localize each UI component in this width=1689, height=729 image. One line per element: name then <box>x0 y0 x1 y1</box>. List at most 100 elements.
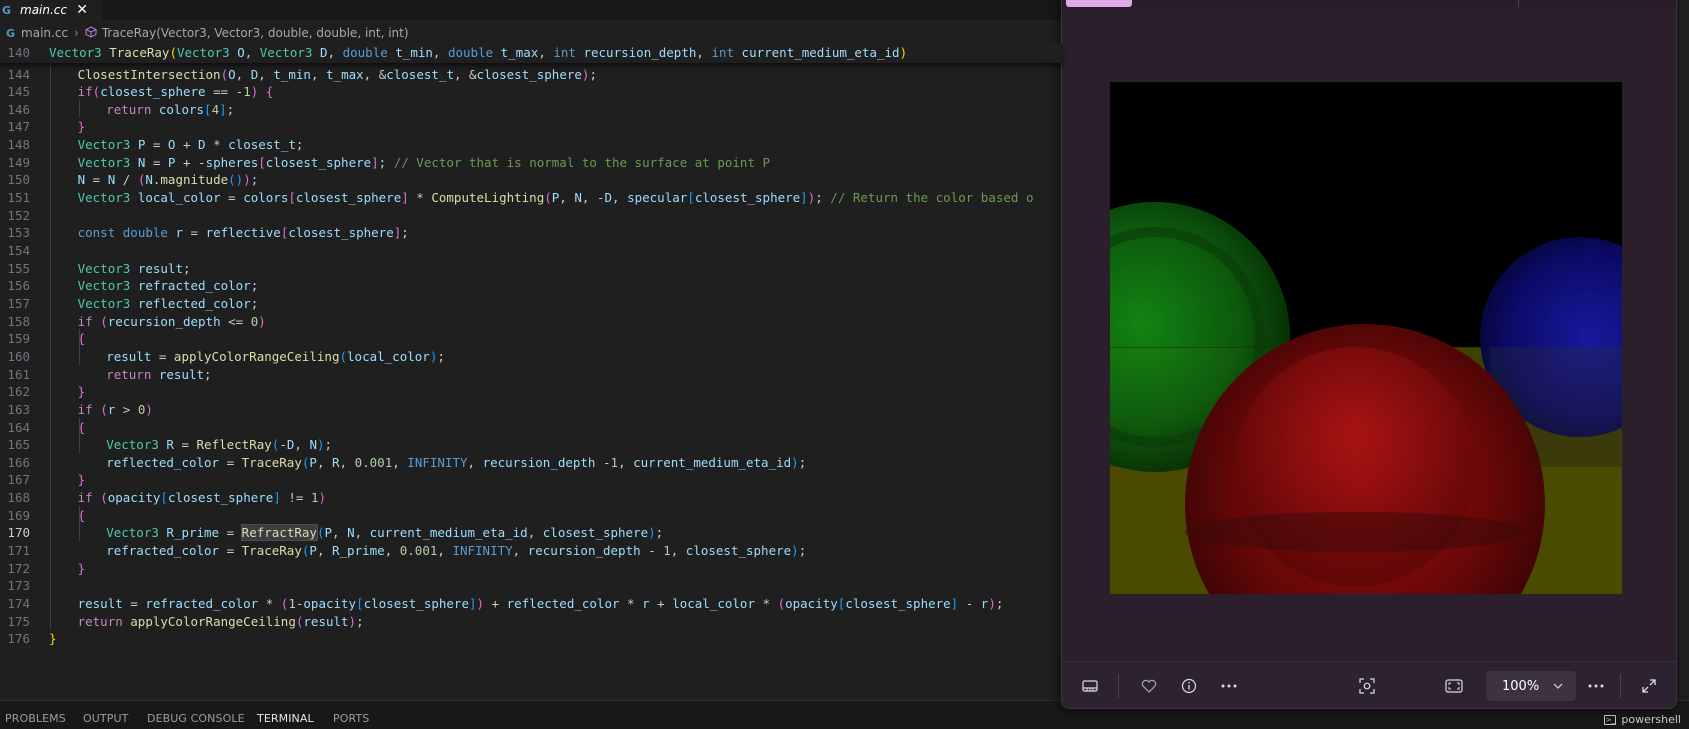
code-row[interactable]: 148 Vector3 P = O + D * closest_t; <box>0 135 1062 154</box>
code-token: ) <box>476 596 485 611</box>
breadcrumb-file[interactable]: main.cc <box>21 26 68 40</box>
code-row[interactable]: 174 result = refracted_color * (1 - opacity… <box>0 594 1062 613</box>
tab-debug-console[interactable]: DEBUG CONSOLE <box>147 712 245 725</box>
code-row[interactable]: 168 if (opacity[closest_sphere] != 1) <box>0 488 1062 507</box>
code-token: ; <box>437 348 445 364</box>
cpp-file-icon: G <box>2 3 12 17</box>
code-row[interactable]: 171 refracted_color = TraceRay(P, R_prime… <box>0 541 1062 560</box>
terminal-shell-selector[interactable]: >_ powershell <box>1604 713 1681 726</box>
tab-problems[interactable]: PROBLEMS <box>5 712 66 725</box>
code-token: ) <box>988 596 996 611</box>
code-row[interactable]: 163 if (r > 0) <box>0 400 1062 419</box>
code-row[interactable]: 147} <box>0 117 1062 136</box>
scan-icon[interactable] <box>1355 674 1379 698</box>
code-token: + <box>175 137 199 153</box>
code-token: P <box>309 454 317 470</box>
code-token: closest_sphere <box>265 154 372 170</box>
code-token: ; <box>995 596 1004 611</box>
code-token: refracted_color <box>106 543 220 559</box>
line-number: 153 <box>7 225 30 241</box>
code-token: opacity <box>303 596 357 611</box>
line-number: 168 <box>7 490 30 506</box>
code-token: , <box>696 45 712 60</box>
code-row[interactable]: 153 const double r = reflective[closest_s… <box>0 223 1062 242</box>
code-token: closest_sphere <box>288 225 394 241</box>
code-token: specular <box>627 190 688 206</box>
code-row[interactable]: 164{ <box>0 418 1062 437</box>
code-token: = <box>219 525 242 541</box>
tab-ports[interactable]: PORTS <box>333 712 369 725</box>
code-row[interactable]: 169{ <box>0 506 1062 525</box>
breadcrumb-symbol[interactable]: TraceRay(Vector3, Vector3, double, doubl… <box>102 26 409 40</box>
code-row[interactable]: 173 <box>0 576 1062 595</box>
code-token: D <box>604 190 612 206</box>
code-row[interactable]: 162} <box>0 382 1062 401</box>
code-row[interactable]: 161 return result; <box>0 365 1062 384</box>
line-number: 156 <box>7 278 30 294</box>
code-row[interactable]: 165 Vector3 R = ReflectRay(-D, N); <box>0 435 1062 454</box>
code-row[interactable]: 152 <box>0 206 1062 225</box>
code-row[interactable]: 172} <box>0 559 1062 578</box>
code-token: ; <box>250 278 259 294</box>
filmstrip-icon[interactable] <box>1078 674 1102 698</box>
code-token: current_medium_eta_id <box>741 45 900 60</box>
code-row[interactable]: 155 Vector3 result; <box>0 259 1062 278</box>
code-row[interactable]: 157 Vector3 reflected_color; <box>0 294 1062 313</box>
code-row[interactable]: 176} <box>0 629 1062 648</box>
expand-icon[interactable] <box>1637 674 1661 698</box>
code-row[interactable]: 145 if(closest_sphere == -1) { <box>0 82 1062 101</box>
code-token: () <box>228 172 244 188</box>
code-line: if(closest_sphere == -1) { <box>78 82 274 101</box>
code-token: + - <box>175 154 206 170</box>
tab-terminal[interactable]: TERMINAL <box>257 712 314 725</box>
close-icon[interactable]: ✕ <box>76 2 88 18</box>
code-row[interactable]: 175 return applyColorRangeCeiling(result)… <box>0 612 1062 631</box>
title-divider <box>1518 0 1519 7</box>
code-token: [ <box>288 190 296 206</box>
more-icon[interactable] <box>1217 674 1241 698</box>
code-token: int <box>711 45 735 60</box>
code-row[interactable]: 151 Vector3 local_color = colors[closest_… <box>0 188 1062 207</box>
code-line: } <box>78 559 86 578</box>
code-token: reflected_color <box>506 596 620 611</box>
more-options-icon[interactable] <box>1584 674 1608 698</box>
code-token: - <box>958 596 981 611</box>
zoom-dropdown[interactable]: 100% <box>1486 671 1576 701</box>
code-row[interactable]: 167} <box>0 470 1062 489</box>
code-token: , <box>332 525 348 541</box>
code-row[interactable]: 146 return colors[4]; <box>0 100 1062 119</box>
code-token: 0.001 <box>399 543 438 559</box>
code-row[interactable]: 166 reflected_color = TraceRay(P, R, 0.00… <box>0 453 1062 472</box>
code-row[interactable]: 150 N = N / (N.magnitude()); <box>0 170 1062 189</box>
code-row[interactable]: 149 Vector3 N = P + -spheres[closest_sphe… <box>0 153 1062 172</box>
code-token: refracted_color <box>137 278 251 294</box>
code-editor[interactable]: 144 ClosestIntersection(O, D, t_min, t_ma… <box>0 43 1062 700</box>
code-token: INFINITY <box>452 543 513 559</box>
code-row[interactable]: 144 ClosestIntersection(O, D, t_min, t_ma… <box>0 65 1062 84</box>
code-token: ; <box>204 366 212 382</box>
code-token: = <box>220 190 244 206</box>
heart-icon[interactable] <box>1137 674 1161 698</box>
code-row[interactable]: 170 Vector3 R_prime = RefractRay(P, N, cu… <box>0 523 1062 542</box>
code-row[interactable]: 154 <box>0 241 1062 260</box>
code-token: = <box>182 225 206 241</box>
image-viewer-window: 100% <box>1061 0 1677 709</box>
code-token: Vector3 <box>77 278 131 294</box>
code-token: ] <box>800 190 808 206</box>
code-row[interactable]: 156 Vector3 refracted_color; <box>0 276 1062 295</box>
sticky-scroll-line[interactable]: 140 Vector3 TraceRay(Vector3 O, Vector3 D… <box>0 43 1062 63</box>
code-row[interactable]: 159{ <box>0 329 1062 348</box>
active-indicator <box>1066 0 1132 7</box>
fit-window-icon[interactable] <box>1442 674 1466 698</box>
info-icon[interactable] <box>1177 674 1201 698</box>
toolbar-divider <box>1118 674 1119 698</box>
code-line: } <box>49 629 57 648</box>
code-row[interactable]: 160 result = applyColorRangeCeiling(local… <box>0 347 1062 366</box>
code-line: result = applyColorRangeCeiling(local_co… <box>106 347 445 366</box>
tab-output[interactable]: OUTPUT <box>83 712 128 725</box>
line-number: 175 <box>7 613 30 629</box>
tab-main-cc[interactable]: G main.cc ✕ <box>0 0 102 20</box>
code-row[interactable]: 158 if (recursion_depth <= 0) <box>0 312 1062 331</box>
